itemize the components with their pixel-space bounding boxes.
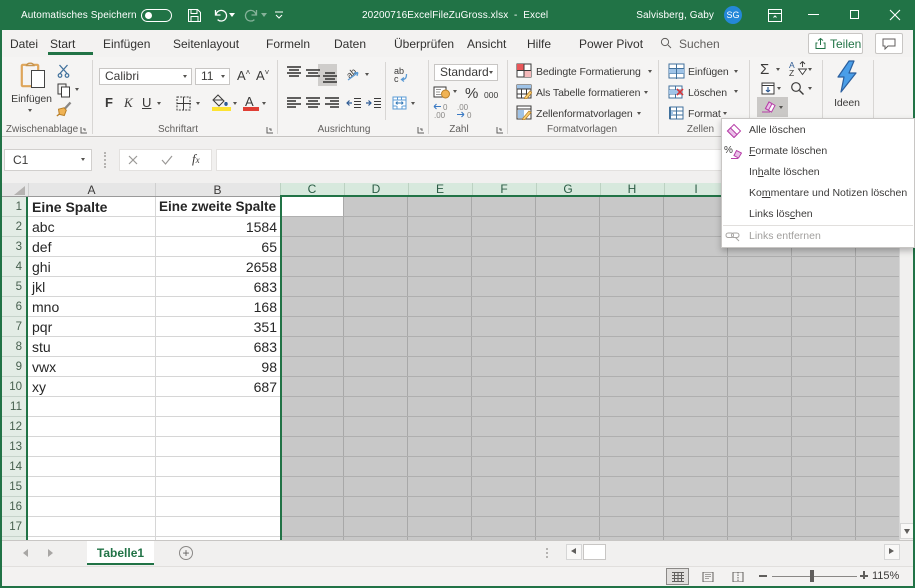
svg-text:c: c — [394, 74, 399, 83]
svg-text:.00: .00 — [434, 111, 446, 118]
svg-text:Z: Z — [789, 68, 794, 76]
svg-text:0: 0 — [467, 111, 472, 118]
